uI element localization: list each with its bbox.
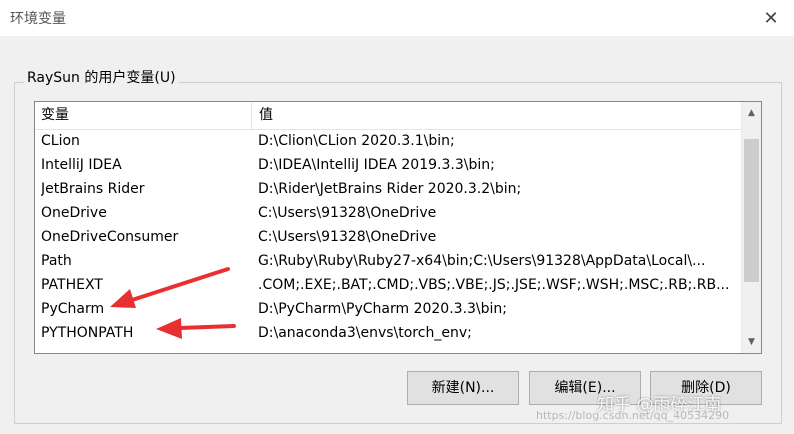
variable-name: JetBrains Rider [41,181,145,197]
variable-name: OneDriveConsumer [41,229,179,245]
variable-value: D:\IDEA\IntelliJ IDEA 2019.3.3\bin; [258,157,495,173]
variable-name: CLion [41,133,80,149]
table-row[interactable]: IntelliJ IDEA D:\IDEA\IntelliJ IDEA 2019… [35,153,741,177]
variable-value: C:\Users\91328\OneDrive [258,205,437,221]
list-header: 变量 值 [35,102,741,130]
table-row[interactable]: PyCharm D:\PyCharm\PyCharm 2020.3.3\bin; [35,297,741,321]
vertical-scrollbar[interactable]: ▲ ▼ [741,102,761,353]
variable-name: OneDrive [41,205,107,221]
scroll-up-button[interactable]: ▲ [742,102,761,124]
scroll-down-button[interactable]: ▼ [742,331,761,353]
title-bar: 环境变量 ✕ [0,0,794,36]
variable-value: D:\Clion\CLion 2020.3.1\bin; [258,133,455,149]
table-row[interactable]: PATHEXT .COM;.EXE;.BAT;.CMD;.VBS;.VBE;.J… [35,273,741,297]
user-variables-list[interactable]: 变量 值 CLion D:\Clion\CLion 2020.3.1\bin; … [34,101,762,354]
table-row[interactable]: OneDriveConsumer C:\Users\91328\OneDrive [35,225,741,249]
new-variable-button[interactable]: 新建(N)... [407,371,519,405]
column-header-value[interactable]: 值 [259,102,729,129]
environment-variables-dialog: 环境变量 ✕ RaySun 的用户变量(U) 变量 值 CLion D:\Cli… [0,0,794,434]
variable-value: D:\anaconda3\envs\torch_env; [258,325,472,341]
table-row[interactable]: PYTHONPATH D:\anaconda3\envs\torch_env; [35,321,741,345]
variable-name: IntelliJ IDEA [41,157,122,173]
column-header-variable[interactable]: 变量 [41,102,251,129]
table-row[interactable]: CLion D:\Clion\CLion 2020.3.1\bin; [35,129,741,153]
column-divider[interactable] [251,102,252,129]
variable-value: D:\Rider\JetBrains Rider 2020.3.2\bin; [258,181,522,197]
table-row[interactable]: OneDrive C:\Users\91328\OneDrive [35,201,741,225]
variable-value: G:\Ruby\Ruby\Ruby27-x64\bin;C:\Users\913… [258,253,706,269]
close-button[interactable]: ✕ [748,0,794,36]
table-row[interactable]: JetBrains Rider D:\Rider\JetBrains Rider… [35,177,741,201]
variable-name: PYTHONPATH [41,325,134,341]
csdn-watermark: https://blog.csdn.net/qq_40534290 [536,409,730,422]
window-title: 环境变量 [10,11,66,27]
scrollbar-thumb[interactable] [744,139,759,282]
table-row[interactable]: Path G:\Ruby\Ruby\Ruby27-x64\bin;C:\User… [35,249,741,273]
list-rows: CLion D:\Clion\CLion 2020.3.1\bin; Intel… [35,129,741,345]
variable-name: PyCharm [41,301,105,317]
variable-name: PATHEXT [41,277,103,293]
chevron-down-icon: ▼ [748,337,755,347]
variable-name: Path [41,253,72,269]
variable-value: C:\Users\91328\OneDrive [258,229,437,245]
variable-value: D:\PyCharm\PyCharm 2020.3.3\bin; [258,301,508,317]
user-variables-group-label: RaySun 的用户变量(U) [24,67,179,87]
variable-value: .COM;.EXE;.BAT;.CMD;.VBS;.VBE;.JS;.JSE;.… [258,277,730,293]
chevron-up-icon: ▲ [748,108,755,118]
close-icon: ✕ [763,7,779,29]
